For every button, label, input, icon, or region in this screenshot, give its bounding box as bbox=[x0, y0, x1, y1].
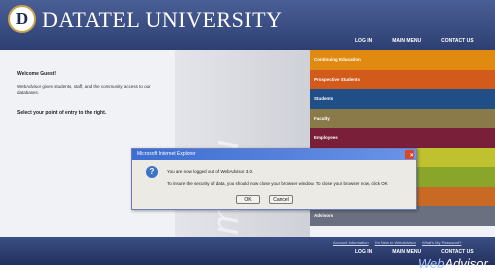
footer-nav: LOG IN MAIN MENU CONTACT US bbox=[345, 249, 484, 255]
site-footer: Account Information I'm New to WebAdviso… bbox=[0, 237, 495, 271]
tile-continuing-education[interactable]: Continuing Education bbox=[310, 50, 495, 70]
university-logo: D bbox=[8, 5, 36, 33]
select-entry-prompt: Select your point of entry to the right. bbox=[17, 110, 107, 116]
university-title: DATATEL UNIVERSITY bbox=[42, 7, 283, 32]
logo-letter: D bbox=[15, 9, 29, 28]
question-icon: ? bbox=[146, 166, 158, 178]
dialog-title: Microsoft Internet Explorer bbox=[137, 151, 196, 157]
footer-nav-login[interactable]: LOG IN bbox=[345, 249, 382, 255]
top-nav-login[interactable]: LOG IN bbox=[345, 35, 382, 47]
webadvisor-logo: WebAdvisor bbox=[418, 256, 488, 271]
tile-students[interactable]: Students bbox=[310, 89, 495, 109]
intro-text: WebAdvisor gives students, staff, and th… bbox=[17, 84, 151, 95]
site-header: D DATATEL UNIVERSITY LOG IN MAIN MENU CO… bbox=[0, 0, 495, 50]
welcome-heading: Welcome Guest! bbox=[17, 71, 57, 77]
top-nav-main-menu[interactable]: MAIN MENU bbox=[382, 35, 431, 47]
tile-employees[interactable]: Employees bbox=[310, 128, 495, 148]
footer-link-password[interactable]: What's My Password? bbox=[419, 240, 464, 245]
dialog-message-line1: You are now logged out of WebAdvisor 3.0… bbox=[167, 169, 254, 174]
cancel-button-label: Cancel bbox=[273, 196, 289, 203]
tile-label: Prospective Students bbox=[314, 76, 361, 82]
tile-label: Faculty bbox=[314, 115, 330, 121]
footer-link-account-info[interactable]: Account Information bbox=[330, 240, 372, 245]
close-button[interactable]: × bbox=[405, 150, 414, 159]
footer-link-new-to-webadvisor[interactable]: I'm New to WebAdvisor bbox=[372, 240, 419, 245]
cancel-button[interactable]: Cancel bbox=[269, 195, 293, 204]
tile-prospective-students[interactable]: Prospective Students bbox=[310, 69, 495, 89]
footer-nav-contact-us[interactable]: CONTACT US bbox=[431, 249, 483, 255]
footer-links: Account Information I'm New to WebAdviso… bbox=[330, 240, 464, 245]
footer-nav-main-menu[interactable]: MAIN MENU bbox=[382, 249, 431, 255]
tile-label: Employees bbox=[314, 135, 338, 141]
top-nav: LOG IN MAIN MENU CONTACT US bbox=[345, 35, 484, 47]
tile-faculty[interactable]: Faculty bbox=[310, 108, 495, 128]
tile-label: Students bbox=[314, 96, 334, 102]
ok-button-label: OK bbox=[244, 196, 252, 203]
dialog-message-line2: To insure the security of data, you shou… bbox=[167, 181, 388, 186]
webadvisor-logo-web: Web bbox=[418, 256, 445, 271]
close-icon: × bbox=[410, 153, 414, 159]
question-glyph: ? bbox=[149, 167, 155, 176]
tile-label: Continuing Education bbox=[314, 57, 361, 63]
tile-label: Advisors bbox=[314, 213, 334, 219]
top-nav-contact-us[interactable]: CONTACT US bbox=[431, 35, 483, 47]
webadvisor-logo-advisor: Advisor bbox=[444, 256, 488, 271]
ok-button[interactable]: OK bbox=[236, 195, 260, 204]
dialog-titlebar: Microsoft Internet Explorer × bbox=[132, 149, 416, 160]
logout-alert-dialog: Microsoft Internet Explorer × ? You are … bbox=[131, 148, 417, 210]
